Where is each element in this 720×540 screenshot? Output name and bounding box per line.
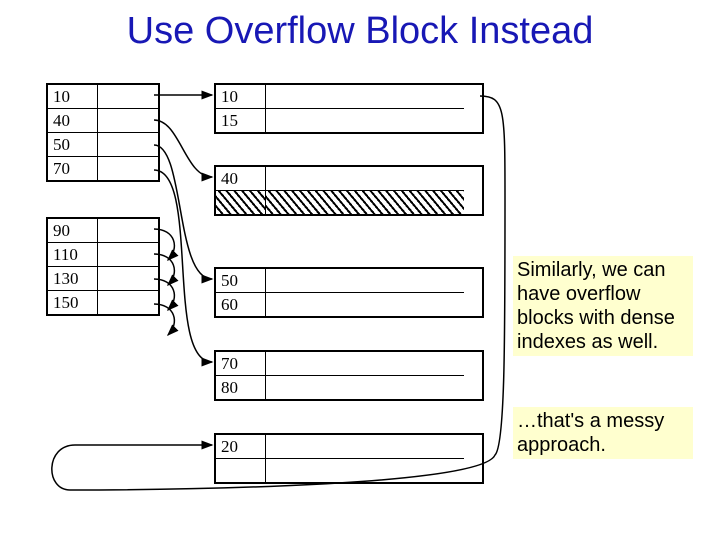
data-key: 15: [216, 109, 266, 132]
data-block-2: 40: [214, 165, 468, 216]
index-key: 70: [48, 157, 98, 180]
data-block-1: 10 15: [214, 83, 468, 134]
block-pointer: [464, 433, 484, 484]
block-pointer: [464, 165, 484, 216]
data-block-overflow: 20: [214, 433, 468, 484]
hatched-cell: [216, 191, 266, 214]
block-pointer: [464, 350, 484, 401]
index-key: 150: [48, 291, 98, 314]
callout-note-1: Similarly, we can have overflow blocks w…: [513, 256, 693, 356]
data-block-3: 50 60: [214, 267, 468, 318]
data-key: 50: [216, 269, 266, 292]
index-key: 40: [48, 109, 98, 132]
index-key: 130: [48, 267, 98, 290]
index-block-1: 10 40 50 70: [46, 83, 160, 182]
block-pointer: [464, 83, 484, 134]
data-key: 10: [216, 85, 266, 108]
page-title: Use Overflow Block Instead: [0, 10, 720, 53]
data-key: 40: [216, 167, 266, 190]
index-key: 10: [48, 85, 98, 108]
data-key: 70: [216, 352, 266, 375]
data-block-4: 70 80: [214, 350, 468, 401]
data-key: 60: [216, 293, 266, 316]
index-key: 50: [48, 133, 98, 156]
index-block-2: 90 110 130 150: [46, 217, 160, 316]
data-key: 80: [216, 376, 266, 399]
data-key: 20: [216, 435, 266, 458]
index-key: 110: [48, 243, 98, 266]
data-key: [216, 459, 266, 482]
hatched-cell: [266, 191, 466, 214]
callout-note-2: …that's a messy approach.: [513, 407, 693, 459]
index-key: 90: [48, 219, 98, 242]
block-pointer: [464, 267, 484, 318]
